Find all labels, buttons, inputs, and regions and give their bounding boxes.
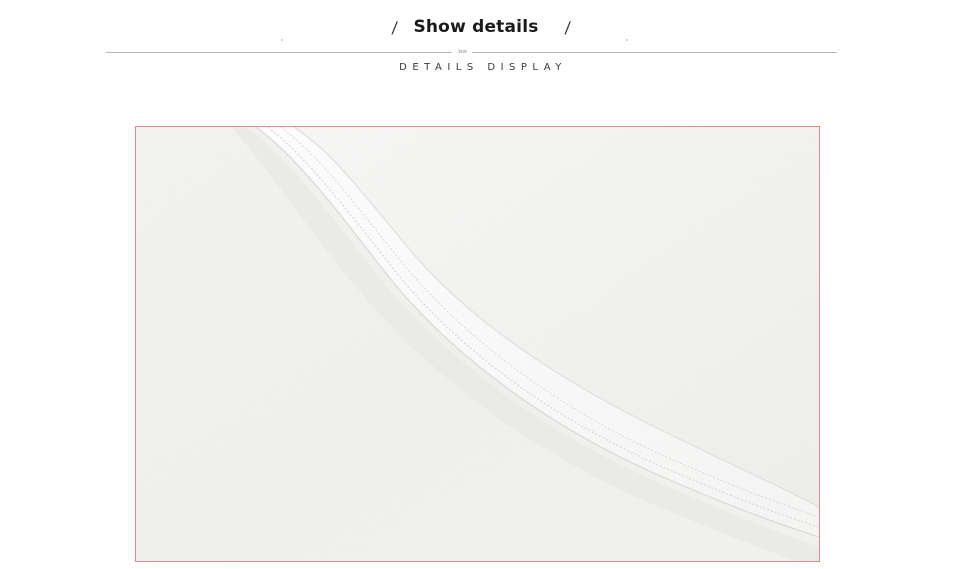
divider-dot-right bbox=[626, 39, 628, 41]
section-title: Show details bbox=[413, 17, 539, 37]
divider-arrows-icon: »» bbox=[452, 46, 472, 58]
section-header: / Show details / »» DETAILS DISPLAY bbox=[0, 0, 962, 100]
section-subtitle: DETAILS DISPLAY bbox=[399, 62, 567, 73]
divider-dot-left bbox=[281, 39, 283, 41]
title-row: / Show details / bbox=[0, 12, 962, 42]
left-slash-ornament: / bbox=[391, 17, 399, 37]
fabric-neckline-image bbox=[136, 127, 819, 561]
product-detail-photo bbox=[135, 126, 820, 562]
right-slash-ornament: / bbox=[563, 17, 571, 37]
